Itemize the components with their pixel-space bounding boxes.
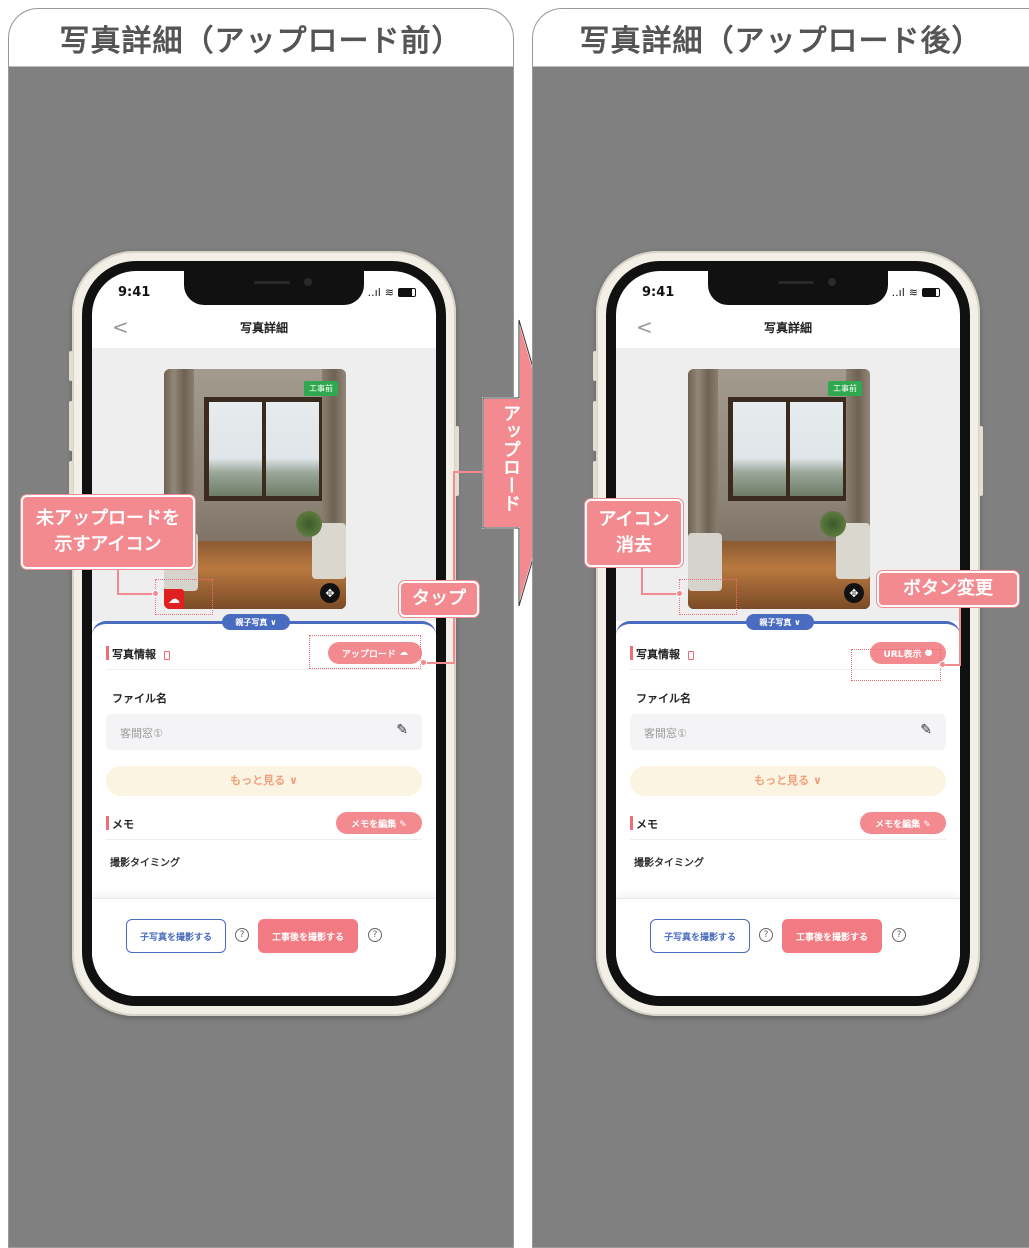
room-photo[interactable]: 工事前 ✥: [688, 369, 870, 609]
device-icon: [688, 650, 694, 660]
take-child-photo-button[interactable]: 子写真を撮影する: [650, 919, 750, 953]
upload-highlight-box: [309, 635, 421, 669]
help-icon[interactable]: ?: [759, 928, 773, 942]
section-photo-info: 写真情報: [636, 648, 680, 661]
file-name-field[interactable]: 客間窓① ✎: [630, 714, 946, 750]
pencil-icon[interactable]: ✎: [396, 722, 408, 738]
section-memo: メモ: [112, 818, 134, 831]
shooting-timing-label: 撮影タイミング: [110, 858, 180, 869]
file-name-label: ファイル名: [636, 692, 691, 705]
expand-icon[interactable]: ✥: [844, 583, 864, 603]
edit-memo-button[interactable]: メモを編集 ✎: [860, 812, 946, 834]
file-name-value: 客間窓①: [644, 727, 687, 740]
take-after-photo-button[interactable]: 工事後を撮影する: [258, 919, 358, 953]
battery-icon: [398, 288, 416, 297]
icon-removed-highlight-box: [679, 579, 737, 615]
file-name-value: 客間窓①: [120, 727, 163, 740]
panel-heading: 写真詳細（アップロード後）: [533, 9, 1029, 67]
show-more-button[interactable]: もっと見る ∨: [106, 766, 422, 796]
wifi-icon: ≋: [384, 286, 394, 299]
bottom-action-bar: 子写真を撮影する ? 工事後を撮影する ?: [616, 898, 960, 996]
signal-icon: ..ıl: [367, 286, 381, 299]
bottom-action-bar: 子写真を撮影する ? 工事後を撮影する ?: [92, 898, 436, 996]
callout-not-uploaded-icon: 未アップロードを 示すアイコン: [21, 495, 195, 569]
expand-icon[interactable]: ✥: [320, 583, 340, 603]
show-more-button[interactable]: もっと見る ∨: [630, 766, 946, 796]
device-icon: [164, 650, 170, 660]
callout-button-changed: ボタン変更: [877, 571, 1019, 607]
file-name-field[interactable]: 客間窓① ✎: [106, 714, 422, 750]
panel-before-upload: 写真詳細（アップロード前） 9:41 ..ıl ≋ < 写真詳細 工事前 ☁ ✥…: [8, 8, 514, 1248]
nav-bar: < 写真詳細: [616, 309, 960, 349]
help-icon[interactable]: ?: [368, 928, 382, 942]
arrow-label: アップロード: [500, 404, 521, 512]
callout-icon-removed: アイコン 消去: [585, 499, 683, 567]
edit-memo-button[interactable]: メモを編集 ✎: [336, 812, 422, 834]
take-after-photo-button[interactable]: 工事後を撮影する: [782, 919, 882, 953]
photo-area: 工事前 ☁ ✥: [92, 349, 436, 621]
help-icon[interactable]: ?: [235, 928, 249, 942]
battery-icon: [922, 288, 940, 297]
phone-screen: 9:41 ..ıl ≋ < 写真詳細 工事前: [92, 271, 436, 996]
nav-title: 写真詳細: [763, 321, 812, 335]
status-time: 9:41: [118, 285, 151, 300]
phone-mockup: 9:41 ..ıl ≋ < 写真詳細 工事前: [593, 251, 983, 1016]
parent-child-tab[interactable]: 親子写真 ∨: [746, 614, 814, 630]
nav-title: 写真詳細: [239, 321, 288, 335]
parent-child-tab[interactable]: 親子写真 ∨: [222, 614, 290, 630]
photo-tag: 工事前: [828, 381, 862, 396]
url-button-highlight-box: [851, 649, 941, 681]
phone-screen: 9:41 ..ıl ≋ < 写真詳細 工事前: [616, 271, 960, 996]
phone-mockup: 9:41 ..ıl ≋ < 写真詳細 工事前: [69, 251, 459, 1016]
callout-tap: タップ: [399, 581, 479, 617]
icon-highlight-box: [155, 579, 213, 615]
wifi-icon: ≋: [908, 286, 918, 299]
help-icon[interactable]: ?: [892, 928, 906, 942]
pencil-icon[interactable]: ✎: [920, 722, 932, 738]
panel-heading: 写真詳細（アップロード前）: [9, 9, 513, 67]
take-child-photo-button[interactable]: 子写真を撮影する: [126, 919, 226, 953]
panel-after-upload: 写真詳細（アップロード後） 9:41 ..ıl ≋ < 写真詳細 工事前 ✥ 親…: [532, 8, 1029, 1248]
section-memo: メモ: [636, 818, 658, 831]
section-photo-info: 写真情報: [112, 648, 156, 661]
signal-icon: ..ıl: [891, 286, 905, 299]
photo-tag: 工事前: [304, 381, 338, 396]
file-name-label: ファイル名: [112, 692, 167, 705]
room-photo[interactable]: 工事前 ☁ ✥: [164, 369, 346, 609]
shooting-timing-label: 撮影タイミング: [634, 858, 704, 869]
nav-bar: < 写真詳細: [92, 309, 436, 349]
status-time: 9:41: [642, 285, 675, 300]
